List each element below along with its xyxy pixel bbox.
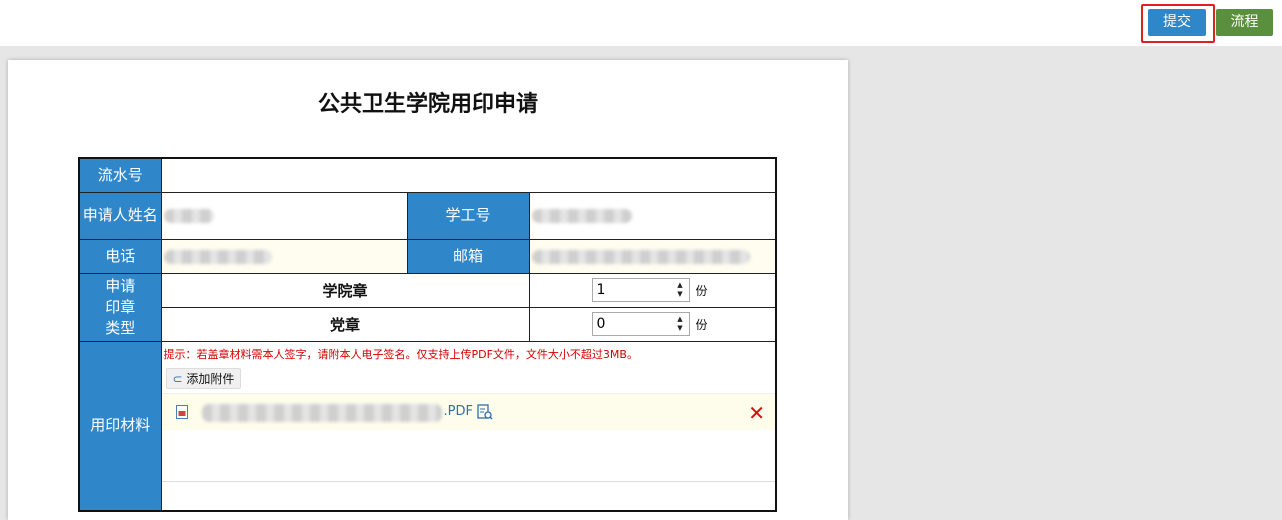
- serial-label: 流水号: [78, 157, 162, 193]
- application-form-table: 流水号 申请人姓名 学工号 电话 邮箱 申请印章类型 学院章 ▲▼ 份: [78, 157, 777, 512]
- seal-name-party: 党章: [160, 306, 530, 342]
- paperclip-icon: ⊂: [172, 371, 183, 386]
- serial-value: [160, 157, 777, 193]
- applicant-name-label: 申请人姓名: [78, 191, 162, 240]
- material-label: 用印材料: [78, 340, 162, 512]
- upload-hint: 提示：若盖章材料需本人签字，请附本人电子签名。仅支持上传PDF文件，文件大小不超…: [163, 347, 638, 361]
- email-label: 邮箱: [406, 238, 530, 274]
- quantity-stepper[interactable]: ▲▼: [591, 312, 690, 336]
- seal-type-label: 申请印章类型: [78, 272, 162, 342]
- seal-count-college: ▲▼ 份: [528, 272, 777, 308]
- file-name: [201, 403, 442, 422]
- staff-id-value: [528, 191, 777, 240]
- form-paper: 公共卫生学院用印申请 流水号 申请人姓名 学工号 电话 邮箱 申请印章类型 学院…: [8, 60, 848, 520]
- seal-count-party: ▲▼ 份: [528, 306, 777, 342]
- add-attachment-button[interactable]: ⊂ 添加附件: [165, 367, 242, 389]
- material-cell: 提示：若盖章材料需本人签字，请附本人电子签名。仅支持上传PDF文件，文件大小不超…: [160, 340, 777, 512]
- unit-label: 份: [695, 283, 708, 298]
- file-extension: .PDF: [443, 403, 473, 419]
- preview-icon[interactable]: [476, 403, 493, 420]
- attachment-file-row: .PDF ✕: [161, 392, 775, 430]
- email-value: [528, 238, 777, 274]
- quantity-input[interactable]: [592, 279, 673, 301]
- page-title: 公共卫生学院用印申请: [317, 92, 538, 117]
- unit-label: 份: [695, 317, 708, 332]
- seal-name-college: 学院章: [160, 272, 530, 308]
- spin-arrows-icon[interactable]: ▲ ▼: [674, 315, 687, 333]
- phone-label: 电话: [78, 238, 162, 274]
- top-toolbar: [0, 0, 1282, 46]
- attachment-area: [161, 430, 775, 482]
- add-attachment-label: 添加附件: [186, 371, 235, 386]
- phone-value: [160, 238, 408, 274]
- quantity-stepper[interactable]: ▲▼: [591, 278, 690, 302]
- quantity-input[interactable]: [592, 313, 673, 335]
- spin-arrows-icon[interactable]: ▲ ▼: [674, 281, 687, 299]
- delete-x-icon[interactable]: ✕: [748, 401, 765, 425]
- flow-button[interactable]: 流程: [1216, 9, 1273, 36]
- applicant-name-value: [160, 191, 408, 240]
- pdf-file-icon: [175, 404, 188, 419]
- submit-button[interactable]: 提交: [1148, 9, 1206, 36]
- staff-id-label: 学工号: [406, 191, 530, 240]
